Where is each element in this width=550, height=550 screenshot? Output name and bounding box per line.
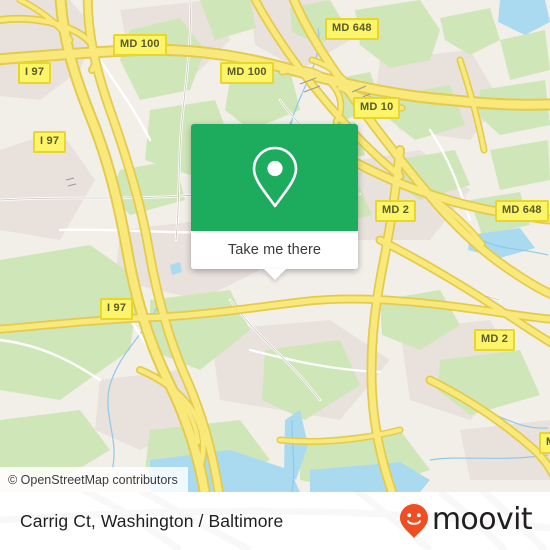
road-shield[interactable]: MD 100 <box>113 34 167 56</box>
map-screenshot: MD 100 MD 648 MD 100 I 97 MD 10 I 97 MD … <box>0 0 550 550</box>
take-me-there-label: Take me there <box>227 242 322 258</box>
moovit-logo[interactable]: moovit <box>399 502 533 539</box>
footer-bar: Carrig Ct, Washington / Baltimore moovit <box>0 492 550 550</box>
popup-pointer-tail <box>263 269 286 280</box>
map-pin-icon <box>252 146 297 207</box>
road-shield[interactable]: MD 648 <box>325 18 379 40</box>
road-shield[interactable]: I 97 <box>33 131 67 153</box>
location-popup-card[interactable]: Take me there <box>191 124 358 280</box>
road-shield[interactable]: MD 100 <box>220 62 274 84</box>
road-shield[interactable]: MD 2 <box>474 329 516 351</box>
road-shield[interactable]: I 97 <box>100 298 134 320</box>
moovit-smiley-pin-icon <box>399 504 428 538</box>
popup-action-bar[interactable]: Take me there <box>191 231 358 269</box>
road-shield[interactable]: MD 648 <box>495 200 549 222</box>
road-shield[interactable]: MD 2 <box>375 200 417 222</box>
moovit-wordmark: moovit <box>431 502 533 537</box>
road-shield[interactable]: I 97 <box>18 62 52 84</box>
popup-header <box>191 124 358 231</box>
place-title: Carrig Ct, Washington / Baltimore <box>20 510 284 531</box>
map-canvas[interactable]: MD 100 MD 648 MD 100 I 97 MD 10 I 97 MD … <box>0 0 550 492</box>
osm-attribution[interactable]: © OpenStreetMap contributors <box>0 467 188 492</box>
road-shield[interactable]: M <box>539 432 550 454</box>
road-shield[interactable]: MD 10 <box>353 97 401 119</box>
